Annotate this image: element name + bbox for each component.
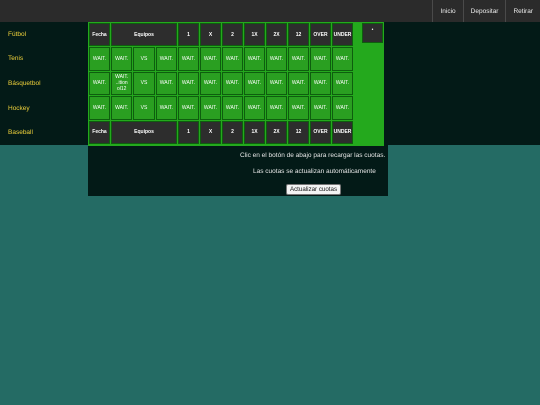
odds-cell[interactable]: WAIT. bbox=[288, 71, 309, 96]
cell-fecha: WAIT. bbox=[89, 96, 110, 120]
sports-sidebar: Fútbol Tenis Básquetbol Hockey Baseball bbox=[0, 22, 88, 145]
cell-team1: WAIT. bbox=[111, 96, 133, 120]
footer-equipos: Equipos bbox=[111, 120, 177, 144]
odds-cell[interactable]: WAIT. bbox=[288, 96, 309, 120]
odds-cell[interactable]: WAIT. bbox=[200, 96, 221, 120]
odds-cell[interactable]: WAIT. bbox=[244, 96, 265, 120]
odds-cell[interactable]: WAIT. bbox=[244, 47, 265, 71]
footer-12: 12 bbox=[288, 120, 309, 144]
odds-cell[interactable]: WAIT. bbox=[222, 47, 243, 71]
header-12: 12 bbox=[288, 23, 309, 47]
header-x: X bbox=[200, 23, 221, 47]
sidebar-item-basquetbol[interactable]: Básquetbol bbox=[0, 71, 88, 96]
footer-fecha: Fecha bbox=[89, 120, 110, 144]
table-row: WAIT. WAIT. VS WAIT. WAIT. WAIT. WAIT. W… bbox=[89, 47, 353, 71]
cell-team2: WAIT. bbox=[155, 71, 177, 96]
header-under: UNDER bbox=[332, 23, 353, 47]
sidebar-item-tenis[interactable]: Tenis bbox=[0, 47, 88, 72]
cell-fecha: WAIT. bbox=[89, 47, 110, 71]
header-fecha: Fecha bbox=[89, 23, 110, 47]
footer-x: X bbox=[200, 120, 221, 144]
cell-vs: VS bbox=[133, 96, 155, 120]
cell-vs: VS bbox=[133, 47, 155, 71]
sidebar-item-hockey[interactable]: Hockey bbox=[0, 96, 88, 121]
table-header-row: Fecha Equipos 1 X 2 1X 2X 12 OVER UNDER bbox=[89, 23, 353, 47]
retirar-link[interactable]: Retirar bbox=[505, 0, 540, 22]
table-footer-row: Fecha Equipos 1 X 2 1X 2X 12 OVER UNDER bbox=[89, 120, 353, 144]
corner-header-cell: • bbox=[362, 23, 383, 43]
odds-cell[interactable]: WAIT. bbox=[244, 71, 265, 96]
footer-1x: 1X bbox=[244, 120, 265, 144]
odds-cell[interactable]: WAIT. bbox=[266, 71, 287, 96]
cell-vs: VS bbox=[133, 71, 155, 96]
footer-under: UNDER bbox=[332, 120, 353, 144]
header-over: OVER bbox=[310, 23, 331, 47]
odds-cell[interactable]: WAIT. bbox=[310, 47, 331, 71]
cell-team1: WAIT. bbox=[111, 47, 133, 71]
top-nav: Inicio Depositar Retirar bbox=[432, 0, 540, 22]
header-2: 2 bbox=[222, 23, 243, 47]
odds-cell[interactable]: WAIT. bbox=[222, 71, 243, 96]
header-1x: 1X bbox=[244, 23, 265, 47]
depositar-link[interactable]: Depositar bbox=[462, 0, 506, 22]
odds-cell[interactable]: WAIT. bbox=[332, 71, 353, 96]
odds-cell[interactable]: WAIT. bbox=[222, 96, 243, 120]
cell-team2: WAIT. bbox=[155, 47, 177, 71]
sidebar-item-baseball[interactable]: Baseball bbox=[0, 120, 88, 145]
footer-2x: 2X bbox=[266, 120, 287, 144]
header-equipos: Equipos bbox=[111, 23, 177, 47]
update-odds-button[interactable]: Actualizar cuotas bbox=[286, 184, 341, 195]
odds-cell[interactable]: WAIT. bbox=[332, 96, 353, 120]
odds-cell[interactable]: WAIT. bbox=[266, 47, 287, 71]
table-row: WAIT. WAIT. VS WAIT. WAIT. WAIT. WAIT. W… bbox=[89, 96, 353, 120]
odds-cell[interactable]: WAIT. bbox=[310, 96, 331, 120]
cell-fecha: WAIT. bbox=[89, 71, 110, 96]
sidebar-item-futbol[interactable]: Fútbol bbox=[0, 22, 88, 47]
odds-cell[interactable]: WAIT. bbox=[288, 47, 309, 71]
reload-instruction-text: Clic en el botón de abajo para recargar … bbox=[240, 152, 386, 159]
auto-update-text: Las cuotas se actualizan automáticamente bbox=[253, 168, 376, 175]
odds-table: Fecha Equipos 1 X 2 1X 2X 12 OVER UNDER … bbox=[88, 22, 354, 145]
table-row: WAIT. WAIT. ..ition ol12 VS WAIT. WAIT. … bbox=[89, 71, 353, 96]
odds-cell[interactable]: WAIT. bbox=[332, 47, 353, 71]
header-2x: 2X bbox=[266, 23, 287, 47]
odds-cell[interactable]: WAIT. bbox=[310, 71, 331, 96]
cell-team1: WAIT. ..ition ol12 bbox=[111, 71, 133, 96]
cell-team2: WAIT. bbox=[155, 96, 177, 120]
footer-over: OVER bbox=[310, 120, 331, 144]
footer-1: 1 bbox=[178, 120, 199, 144]
odds-cell[interactable]: WAIT. bbox=[200, 71, 221, 96]
odds-cell[interactable]: WAIT. bbox=[178, 96, 199, 120]
odds-grid: Fecha Equipos 1 X 2 1X 2X 12 OVER UNDER … bbox=[88, 22, 384, 146]
odds-cell[interactable]: WAIT. bbox=[200, 47, 221, 71]
inicio-link[interactable]: Inicio bbox=[432, 0, 462, 22]
odds-cell[interactable]: WAIT. bbox=[178, 47, 199, 71]
header-1: 1 bbox=[178, 23, 199, 47]
footer-2: 2 bbox=[222, 120, 243, 144]
odds-cell[interactable]: WAIT. bbox=[266, 96, 287, 120]
odds-cell[interactable]: WAIT. bbox=[178, 71, 199, 96]
